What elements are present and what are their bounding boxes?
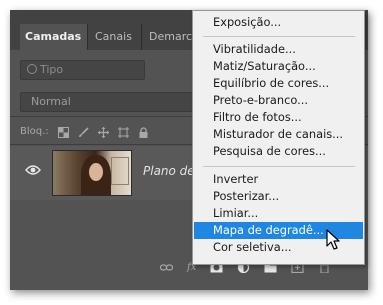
artboard-icon[interactable] [117,126,129,138]
lock-transparent-icon[interactable] [57,126,69,138]
move-icon[interactable] [97,126,109,138]
menu-item-equilibrio-de-cores[interactable]: Equilíbrio de cores... [194,75,363,92]
layer-name[interactable]: Plano de [143,164,195,178]
menu-item-pesquisa-de-cores[interactable]: Pesquisa de cores... [194,143,363,160]
menu-item-filtro-de-fotos[interactable]: Filtro de fotos... [194,109,363,126]
menu-item-exposicao[interactable]: Exposição... [194,14,363,31]
adjustment-menu: Exposição... Vibratilidade... Matiz/Satu… [192,10,365,265]
menu-item-preto-e-branco[interactable]: Preto-e-branco... [194,92,363,109]
lock-row: Bloq.: [20,124,149,140]
layer-thumbnail [52,150,132,196]
menu-item-inverter[interactable]: Inverter [194,171,363,188]
search-placeholder: Tipo [40,63,64,76]
tab-camadas[interactable]: Camadas [20,24,88,50]
lock-icon[interactable] [138,126,149,138]
lock-label: Bloq.: [20,126,49,137]
menu-item-misturador-de-canais[interactable]: Misturador de canais... [194,126,363,143]
menu-item-posterizar[interactable]: Posterizar... [194,188,363,205]
tab-canais[interactable]: Canais [90,24,142,50]
menu-item-limiar[interactable]: Limiar... [194,205,363,222]
link-icon[interactable] [160,262,173,273]
brush-icon[interactable] [78,126,89,138]
search-icon [27,64,37,74]
menu-item-vibratilidade[interactable]: Vibratilidade... [194,41,363,58]
menu-item-matiz-saturacao[interactable]: Matiz/Saturação... [194,58,363,75]
eye-icon[interactable] [25,164,41,176]
mouse-cursor-icon [326,229,340,250]
search-input[interactable]: Tipo [20,60,145,80]
menu-separator [203,166,355,167]
menu-separator [203,36,355,37]
